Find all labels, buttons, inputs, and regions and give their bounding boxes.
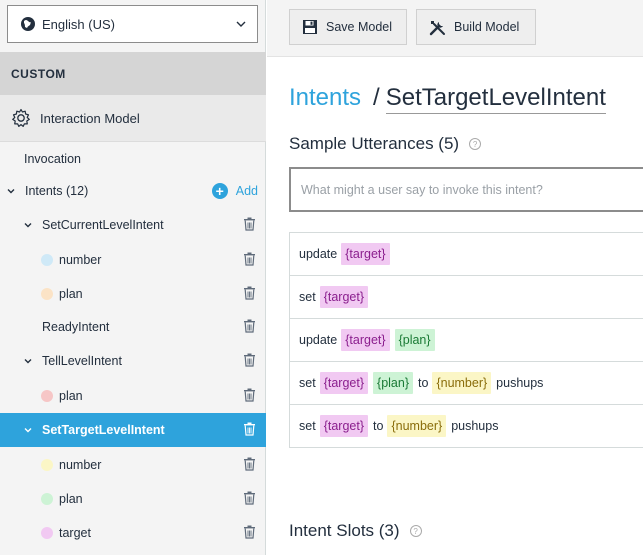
tree-item-label: TellLevelIntent [42,354,122,368]
tree-item-label: plan [59,492,83,506]
tree-item-label: number [59,253,102,267]
trash-icon[interactable] [243,252,256,269]
add-intent-button[interactable]: + Add [211,183,258,199]
slot-chip: {target} [319,372,369,394]
utterance-word: to [373,419,384,433]
utterance-list: update {target} set {target} update {target}{… [289,232,643,448]
trash-icon[interactable] [243,388,256,405]
trash-icon[interactable] [243,422,256,439]
slot-chip: {target} [319,415,369,437]
chevron-down-icon[interactable] [22,425,34,435]
plus-icon: + [211,183,228,199]
sample-utterances-heading: Sample Utterances (5) ? [289,134,482,154]
sidebar-item-slot[interactable]: plan [0,482,266,516]
language-select[interactable]: English (US) [7,5,258,43]
sidebar-item-slot[interactable]: number [0,448,266,482]
slot-chip: {plan} [373,372,413,394]
chevron-down-icon[interactable] [5,186,17,196]
tree-item-label: SetTargetLevelIntent [42,423,165,437]
slot-color-dot [41,254,53,266]
trash-icon[interactable] [243,319,256,336]
sidebar-item-invocation[interactable]: Invocation [0,142,266,176]
slot-chip: {number} [432,372,492,394]
slot-color-dot [41,288,53,300]
utterance-word: to [418,376,429,390]
intent-name-title[interactable]: SetTargetLevelIntent [385,84,606,114]
trash-icon[interactable] [243,217,256,234]
save-icon [303,20,317,34]
slot-color-dot [41,459,53,471]
sidebar-item-intent[interactable]: SetCurrentLevelIntent [0,208,266,242]
add-label: Add [235,184,258,198]
slot-chip: {target} [319,286,369,308]
sidebar-item-slot[interactable]: number [0,243,266,277]
trash-icon[interactable] [243,353,256,370]
slot-color-dot [41,390,53,402]
sidebar: English (US) CUSTOM Interaction Model In… [0,0,266,555]
trash-icon[interactable] [243,491,256,508]
sidebar-item-intent[interactable]: SetTargetLevelIntent [0,413,266,447]
save-model-button[interactable]: Save Model [289,9,407,45]
utterance-row[interactable]: set {target} to {number} pushups [289,405,643,448]
utterance-row[interactable]: set {target} [289,276,643,319]
chevron-down-icon[interactable] [22,356,34,366]
trash-icon[interactable] [243,286,256,303]
utterance-word: update [299,333,338,347]
sidebar-item-intent[interactable]: TellLevelIntent [0,344,266,378]
intents-label: Intents (12) [25,184,89,198]
utterance-word: set [299,419,316,433]
intent-slots-title: Intent Slots (3) [289,521,400,540]
slot-chip: {target} [341,243,390,265]
breadcrumb-intents-link[interactable]: Intents [289,84,361,111]
sidebar-item-intents[interactable]: Intents (12) + Add [0,174,266,208]
chevron-down-icon[interactable] [22,220,34,230]
utterance-word: set [299,376,316,390]
build-model-button[interactable]: Build Model [416,9,536,45]
utterance-word: pushups [496,376,544,390]
intent-slots-heading: Intent Slots (3) ? [289,521,422,541]
sample-utterances-title: Sample Utterances (5) [289,134,460,153]
breadcrumb: Intents / SetTargetLevelIntent [289,84,606,114]
invocation-label: Invocation [24,152,81,166]
tree-item-label: ReadyIntent [42,320,110,334]
slot-color-dot [41,527,53,539]
utterance-row[interactable]: update {target} {plan} [289,319,643,362]
utterance-word: update [299,247,338,261]
chevron-down-icon [235,18,247,33]
utterance-input[interactable] [289,167,643,212]
tools-icon [429,20,445,35]
sidebar-item-slot[interactable]: plan [0,277,266,311]
tree-item-label: plan [59,287,83,301]
trash-icon[interactable] [243,457,256,474]
interaction-model-label: Interaction Model [40,110,140,126]
tree-item-label: SetCurrentLevelIntent [42,218,164,232]
breadcrumb-separator: / [373,84,380,111]
language-value: English (US) [42,16,115,32]
utterance-row[interactable]: update {target} [289,233,643,276]
build-model-label: Build Model [454,20,520,34]
section-header-custom: CUSTOM [0,52,266,95]
slot-chip: {number} [387,415,447,437]
help-icon[interactable]: ? [409,525,422,537]
utterance-word: set [299,290,316,304]
toolbar: Save Model Build Model [267,0,643,57]
sidebar-item-slot[interactable]: plan [0,379,266,413]
slot-chip: {plan} [394,329,435,351]
utterance-word: pushups [451,419,499,433]
tree-item-label: number [59,458,102,472]
trash-icon[interactable] [243,525,256,542]
help-icon[interactable]: ? [469,138,482,150]
tree-item-label: target [59,526,91,540]
gear-icon [11,108,31,128]
utterance-row[interactable]: set {target} {plan} to {number} pushups [289,362,643,405]
tree-item-label: plan [59,389,83,403]
sidebar-item-slot[interactable]: target [0,516,266,550]
slot-chip: {target} [341,329,390,351]
slot-color-dot [41,493,53,505]
globe-icon [20,16,36,32]
sidebar-item-interaction-model[interactable]: Interaction Model [0,95,266,142]
save-model-label: Save Model [326,20,393,34]
main-panel: Save Model Build Model Intents / SetTarget… [267,0,643,555]
sidebar-item-intent[interactable]: ReadyIntent [0,310,266,344]
